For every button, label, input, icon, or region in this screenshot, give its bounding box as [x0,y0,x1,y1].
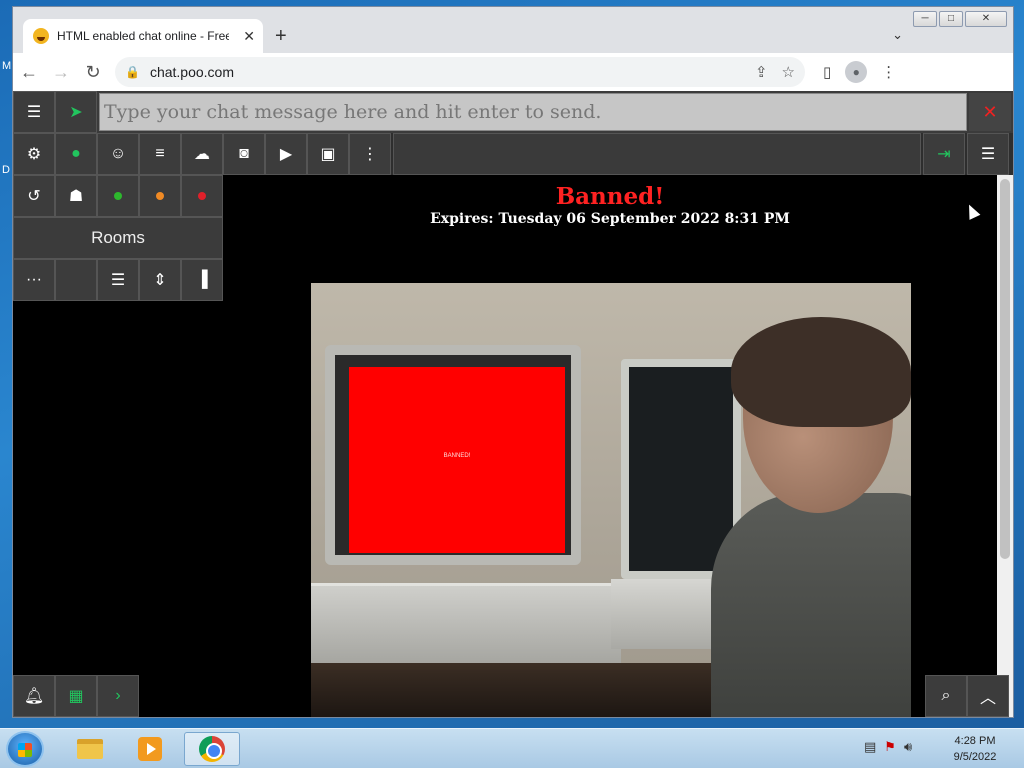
volume-icon[interactable]: 🔊︎ [904,739,912,755]
media-player-taskbar-button[interactable] [122,732,178,766]
tab-strip: HTML enabled chat online - Free ✕ + ⌄ ─ … [13,7,1013,53]
history-icon[interactable]: ↺ [13,175,55,217]
desktop-icon-label: M [2,60,12,72]
toolbar-spacer [393,133,921,175]
chat-scrollbar[interactable] [997,175,1013,717]
folder-icon [77,739,103,759]
maximize-button[interactable]: □ [939,11,963,27]
computer-unit-illustration [311,583,621,663]
sort-icon[interactable]: ⇕ [139,259,181,301]
robot-icon[interactable]: ☗ [55,175,97,217]
reload-icon[interactable]: ↻ [77,62,109,83]
empty-button[interactable] [55,259,97,301]
banned-image: BANNED! [311,283,911,717]
browser-tab[interactable]: HTML enabled chat online - Free ✕ [23,19,263,53]
share-icon[interactable]: ⇪ [755,63,768,81]
address-bar[interactable]: 🔒 chat.poo.com ⇪ ☆ [115,57,805,87]
clock-time: 4:28 PM [954,735,996,747]
man-illustration [711,317,911,717]
chat-content-area: Banned! Expires: Tuesday 06 September 20… [223,175,997,717]
tab-search-icon[interactable]: ⌄ [892,27,903,43]
more-horizontal-icon[interactable]: ··· [13,259,55,301]
gift-icon[interactable]: ▦ [55,675,97,717]
desktop-icon-label: D [2,164,10,176]
url-text: chat.poo.com [149,64,235,80]
hamburger-menu-icon[interactable]: ☰ [967,133,1009,175]
clear-input-icon[interactable]: ✕ [969,93,1011,131]
monitor-screen: BANNED! [349,367,565,553]
chat-page: ☰ ➤ Type your chat message here and hit … [13,91,1013,717]
camera-icon[interactable]: ◙ [223,133,265,175]
chat-top-bar: ☰ ➤ Type your chat message here and hit … [13,91,1013,133]
red-dot-icon [198,192,206,200]
network-icon[interactable]: ▤ [864,739,876,755]
sign-in-icon[interactable]: ⇥ [923,133,965,175]
lock-icon: 🔒 [125,65,140,79]
ban-expiry-text: Expires: Tuesday 06 September 2022 8:31 … [430,211,790,227]
rooms-header[interactable]: Rooms [13,217,223,259]
screen-text: BANNED! [443,453,471,459]
settings-gears-icon[interactable]: ⚙ [13,133,55,175]
scroll-thumb[interactable] [1000,179,1010,559]
chat-toolbar-row: ⚙ ● ☺ ≡ ☁ ◙ ▶ ▣ ⋮ ⇥ ☰ [13,133,1013,175]
status-red-button[interactable] [181,175,223,217]
close-tab-icon[interactable]: ✕ [243,28,255,45]
browser-toolbar: ← → ↻ 🔒 chat.poo.com ⇪ ☆ ▯ ● ⋮ [13,53,1013,91]
chat-message-input[interactable]: Type your chat message here and hit ente… [99,93,967,131]
taskbar-clock[interactable]: 4:28 PM 9/5/2022 [940,733,1010,765]
system-tray: ▤ ⚑ 🔊︎ [864,739,912,755]
browser-window: HTML enabled chat online - Free ✕ + ⌄ ─ … [12,6,1014,718]
orange-dot-icon [156,192,164,200]
sliders-icon[interactable]: ≡ [139,133,181,175]
door-exit-icon[interactable]: ▐ [181,259,223,301]
window-controls: ─ □ ✕ [913,11,1007,27]
list-icon[interactable]: ☰ [13,91,55,133]
chevron-up-icon[interactable]: ︿ [967,675,1009,717]
more-vertical-icon[interactable]: ⋮ [349,133,391,175]
green-dot-icon [114,192,122,200]
tab-title: HTML enabled chat online - Free [57,29,229,43]
media-player-icon [138,737,162,761]
image-icon[interactable]: ▣ [307,133,349,175]
bell-icon[interactable]: 🔔︎ [13,675,55,717]
status-orange-button[interactable] [139,175,181,217]
monitor-illustration: BANNED! [325,345,581,565]
forward-icon[interactable]: → [45,62,77,83]
close-window-button[interactable]: ✕ [965,11,1007,27]
favicon-icon [33,28,49,44]
clock-date: 9/5/2022 [953,751,997,763]
taskbar: ▤ ⚑ 🔊︎ 4:28 PM 9/5/2022 [0,728,1024,768]
emoji-icon[interactable]: ☺ [97,133,139,175]
banned-title: Banned! [555,183,665,210]
list-view-icon[interactable]: ☰ [97,259,139,301]
bookmark-star-icon[interactable]: ☆ [782,63,795,81]
minimize-button[interactable]: ─ [913,11,937,27]
search-icon[interactable]: ⌕ [925,675,967,717]
new-tab-button[interactable]: + [275,25,287,48]
user-icon[interactable]: ● [55,133,97,175]
youtube-icon[interactable]: ▶ [265,133,307,175]
profile-avatar-icon[interactable]: ● [845,61,868,83]
back-icon[interactable]: ← [13,62,45,83]
status-green-button[interactable] [97,175,139,217]
menu-kebab-icon[interactable]: ⋮ [881,63,896,81]
side-panel-icon[interactable]: ▯ [823,63,831,81]
send-icon[interactable]: ➤ [55,91,97,133]
chrome-icon [199,736,225,762]
explorer-taskbar-button[interactable] [62,732,118,766]
side-panel: ↺ ☗ Rooms ··· ☰ ⇕ ▐ [13,175,223,675]
chrome-taskbar-button[interactable] [184,732,240,766]
start-button[interactable] [6,731,44,767]
chevron-right-icon[interactable]: › [97,675,139,717]
upload-cloud-icon[interactable]: ☁ [181,133,223,175]
action-center-icon[interactable]: ⚑ [884,739,896,755]
